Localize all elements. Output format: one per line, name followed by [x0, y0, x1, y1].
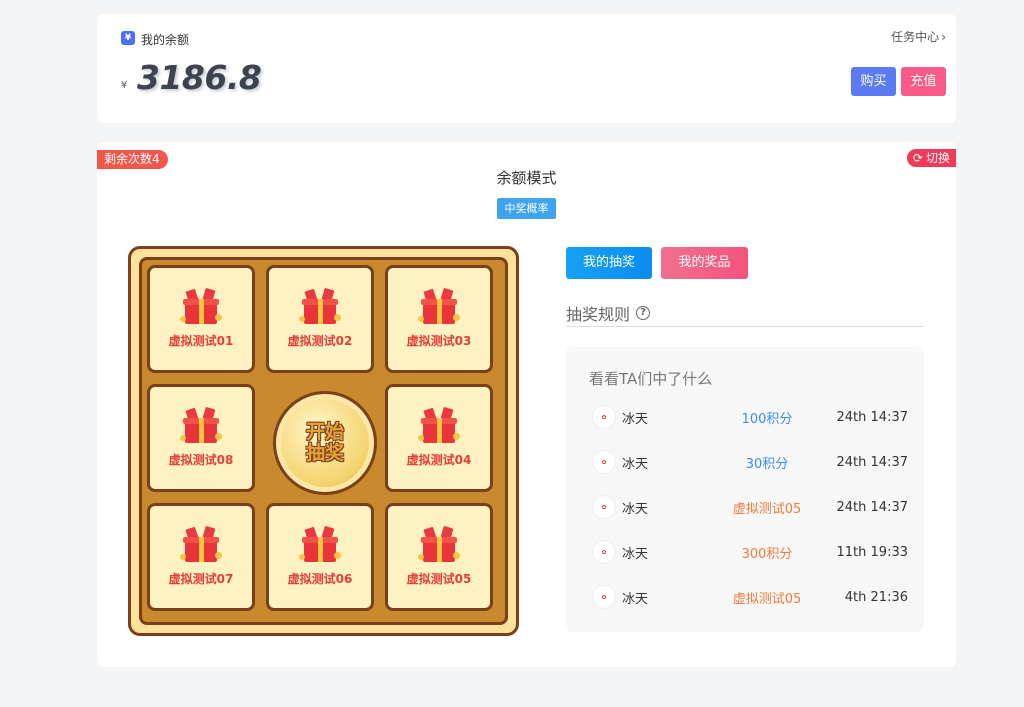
task-center-link[interactable]: 任务中心 › [891, 28, 946, 45]
start-draw-label-line2: 抽奖 [305, 442, 344, 464]
lottery-board: 虚拟测试01 虚拟测试02 虚拟测试03 虚拟测试08 开始 抽奖 虚拟测试04… [128, 246, 519, 636]
refresh-icon: ⟳ [912, 151, 923, 165]
tab-my-prizes[interactable]: 我的奖品 [661, 247, 748, 279]
winner-time: 24th 14:37 [836, 409, 908, 425]
avatar: ✿ [592, 495, 616, 519]
prize-cell-label: 虚拟测试04 [406, 452, 472, 467]
prize-cell-label: 虚拟测试06 [287, 571, 353, 586]
avatar: ✿ [592, 540, 616, 564]
winners-title: 看看TA们中了什么 [589, 370, 713, 388]
rules-link[interactable]: 抽奖规则 ? [566, 301, 651, 325]
gift-box-icon [179, 406, 223, 447]
balance-card: ¥ 我的余额 ¥ 3186.8 任务中心 › 购买 充值 [97, 14, 956, 123]
prize-cell[interactable]: 虚拟测试04 [385, 384, 493, 492]
prize-cell[interactable]: 虚拟测试06 [266, 503, 374, 611]
winner-time: 24th 14:37 [836, 454, 908, 470]
winner-time: 24th 14:37 [836, 499, 908, 515]
mode-title: 余额模式 [496, 169, 557, 187]
chevron-right-icon: › [941, 29, 946, 44]
winner-prize: 100积分 [741, 411, 793, 427]
prize-cell-label: 虚拟测试08 [168, 452, 234, 467]
winner-prize: 300积分 [741, 546, 793, 562]
list-item: ✿ 冰天 30积分 24th 14:37 [592, 450, 908, 474]
topup-button[interactable]: 充值 [901, 67, 946, 96]
winner-name: 冰天 [622, 501, 649, 517]
start-draw-label: 开始 抽奖 [281, 399, 369, 487]
prize-cell[interactable]: 虚拟测试03 [385, 265, 493, 373]
list-item: ✿ 冰天 300积分 11th 19:33 [592, 540, 908, 564]
winner-name: 冰天 [622, 546, 649, 562]
gift-box-icon [417, 287, 461, 328]
gift-box-icon [179, 525, 223, 566]
winners-panel: 看看TA们中了什么 ✿ 冰天 100积分 24th 14:37 ✿ 冰天 30积… [566, 347, 924, 632]
balance-amount: 3186.8 [137, 58, 262, 97]
switch-mode-button[interactable]: ⟳ 切换 [906, 149, 956, 167]
prize-cell[interactable]: 虚拟测试05 [385, 503, 493, 611]
prize-cell-label: 虚拟测试07 [168, 571, 234, 586]
help-icon: ? [636, 306, 651, 320]
switch-label: 切换 [925, 151, 950, 165]
prize-cell[interactable]: 虚拟测试02 [266, 265, 374, 373]
rules-label: 抽奖规则 [566, 305, 631, 324]
lottery-board-inner: 虚拟测试01 虚拟测试02 虚拟测试03 虚拟测试08 开始 抽奖 虚拟测试04… [139, 257, 508, 625]
prize-cell-label: 虚拟测试03 [406, 333, 472, 348]
winner-prize: 30积分 [745, 456, 789, 472]
task-center-label: 任务中心 [891, 30, 940, 44]
avatar: ✿ [592, 405, 616, 429]
rules-divider [566, 326, 924, 327]
gift-box-icon [417, 525, 461, 566]
winner-name: 冰天 [622, 591, 649, 607]
lottery-card: 剩余次数4 ⟳ 切换 余额模式 中奖概率 虚拟测试01 虚拟测试02 虚拟测试0… [97, 142, 956, 667]
winner-time: 4th 21:36 [844, 589, 908, 605]
list-item: ✿ 冰天 虚拟测试05 4th 21:36 [592, 585, 908, 609]
avatar: ✿ [592, 585, 616, 609]
wallet-icon: ¥ [121, 31, 135, 45]
balance-title: 我的余额 [141, 33, 190, 47]
gift-box-icon [417, 406, 461, 447]
gift-box-icon [298, 525, 342, 566]
winner-name: 冰天 [622, 456, 649, 472]
prize-cell[interactable]: 虚拟测试01 [147, 265, 255, 373]
buy-button[interactable]: 购买 [851, 67, 896, 96]
tab-my-draws[interactable]: 我的抽奖 [566, 247, 652, 279]
list-item: ✿ 冰天 虚拟测试05 24th 14:37 [592, 495, 908, 519]
prize-cell-label: 虚拟测试01 [168, 333, 234, 348]
currency-symbol: ¥ [121, 80, 128, 91]
list-item: ✿ 冰天 100积分 24th 14:37 [592, 405, 908, 429]
gift-box-icon [179, 287, 223, 328]
winner-prize: 虚拟测试05 [732, 501, 802, 517]
start-draw-button[interactable]: 开始 抽奖 [273, 391, 377, 495]
gift-box-icon [298, 287, 342, 328]
avatar: ✿ [592, 450, 616, 474]
winner-prize: 虚拟测试05 [732, 591, 802, 607]
probability-tag[interactable]: 中奖概率 [497, 198, 556, 219]
prize-cell[interactable]: 虚拟测试08 [147, 384, 255, 492]
prize-cell[interactable]: 虚拟测试07 [147, 503, 255, 611]
prize-cell-label: 虚拟测试05 [406, 571, 472, 586]
start-draw-label-line1: 开始 [305, 421, 344, 443]
prize-cell-label: 虚拟测试02 [287, 333, 353, 348]
winner-time: 11th 19:33 [836, 544, 908, 560]
winner-name: 冰天 [622, 411, 649, 427]
